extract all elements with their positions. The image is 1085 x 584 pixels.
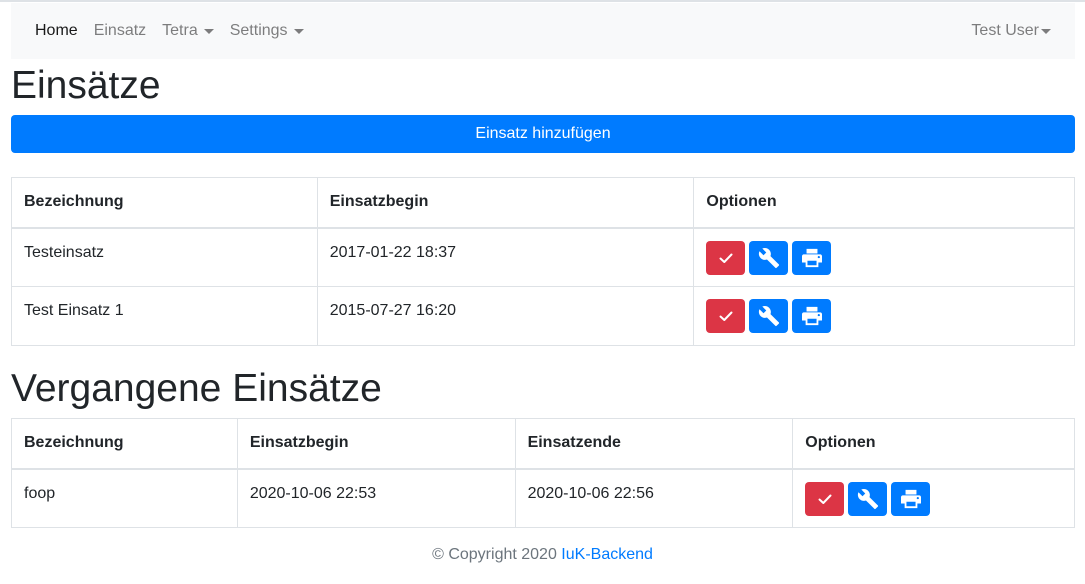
navbar: Home Einsatz Tetra Settings Test User (11, 3, 1075, 59)
column-header: Optionen (693, 177, 1075, 229)
table-row: Test Einsatz 1 2015-07-27 16:20 (11, 286, 1075, 346)
footer: © Copyright 2020 IuK-Backend (0, 546, 1085, 564)
footer-copyright: © Copyright 2020 (432, 546, 557, 563)
print-icon (801, 306, 822, 326)
check-icon (818, 494, 832, 504)
table-header-row: Bezeichnung Einsatzbegin Optionen (11, 177, 1075, 229)
cell-end: 2020-10-06 22:56 (514, 468, 794, 528)
current-einsaetze-table: Bezeichnung Einsatzbegin Optionen Testei… (11, 177, 1075, 346)
caret-down-icon (293, 29, 304, 34)
print-icon (801, 248, 822, 267)
column-header: Einsatzbegin (316, 177, 695, 229)
check-icon (719, 253, 733, 263)
nav-settings-dropdown[interactable]: Settings (230, 22, 304, 40)
check-icon (719, 311, 733, 321)
user-menu-dropdown[interactable]: Test User (971, 22, 1051, 40)
nav-einsatz[interactable]: Einsatz (94, 22, 146, 40)
cell-name: Test Einsatz 1 (11, 286, 318, 346)
cell-begin: 2015-07-27 16:20 (316, 286, 695, 346)
cell-options (693, 286, 1075, 346)
nav-home[interactable]: Home (35, 22, 78, 40)
nav-settings-label: Settings (229, 22, 288, 39)
page-title: Einsätze (11, 64, 161, 107)
cell-begin: 2017-01-22 18:37 (316, 227, 695, 287)
print-einsatz-button[interactable] (792, 240, 832, 275)
table-row: Testeinsatz 2017-01-22 18:37 (11, 227, 1075, 287)
table-header-row: Bezeichnung Einsatzbegin Einsatzende Opt… (11, 418, 1075, 470)
user-name: Test User (971, 22, 1039, 39)
nav-tetra-label: Tetra (162, 22, 198, 39)
cell-options (792, 468, 1075, 528)
caret-down-icon (1041, 29, 1051, 34)
nav-tetra-dropdown[interactable]: Tetra (162, 22, 214, 40)
wrench-icon (857, 488, 878, 509)
column-header: Bezeichnung (11, 177, 318, 229)
caret-down-icon (203, 29, 214, 34)
past-einsaetze-table: Bezeichnung Einsatzbegin Einsatzende Opt… (11, 418, 1075, 528)
wrench-icon (758, 247, 779, 268)
footer-link[interactable]: IuK-Backend (561, 546, 653, 563)
cell-begin: 2020-10-06 22:53 (236, 468, 516, 528)
cell-options (693, 227, 1075, 287)
column-header: Bezeichnung (11, 418, 238, 470)
print-einsatz-button[interactable] (891, 481, 931, 516)
print-icon (900, 489, 921, 508)
wrench-icon (758, 306, 779, 327)
column-header: Einsatzende (514, 418, 794, 470)
cell-name: Testeinsatz (11, 227, 318, 287)
column-header: Optionen (792, 418, 1075, 470)
print-einsatz-button[interactable] (792, 299, 832, 333)
column-header: Einsatzbegin (236, 418, 516, 470)
top-border (0, 0, 1085, 2)
close-einsatz-button[interactable] (706, 299, 746, 333)
close-einsatz-button[interactable] (805, 481, 845, 516)
edit-einsatz-button[interactable] (749, 240, 789, 275)
cell-name: foop (11, 468, 238, 528)
add-einsatz-button[interactable]: Einsatz hinzufügen (11, 115, 1075, 153)
table-row: foop 2020-10-06 22:53 2020-10-06 22:56 (11, 468, 1075, 528)
edit-einsatz-button[interactable] (848, 481, 888, 516)
section-title-past: Vergangene Einsätze (11, 367, 382, 410)
close-einsatz-button[interactable] (706, 240, 746, 275)
edit-einsatz-button[interactable] (749, 299, 789, 333)
